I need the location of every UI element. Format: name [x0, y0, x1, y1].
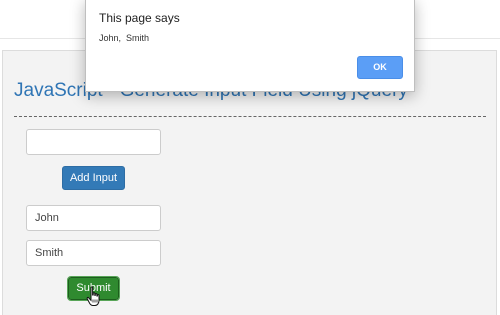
dialog-ok-button[interactable]: OK — [357, 56, 403, 79]
dialog-heading: This page says — [99, 11, 180, 25]
title-divider — [14, 116, 486, 117]
generated-input-last[interactable] — [26, 240, 161, 266]
add-input-button[interactable]: Add Input — [62, 166, 125, 190]
submit-button[interactable]: Submit — [67, 276, 120, 301]
new-input-field[interactable] — [26, 129, 161, 155]
alert-dialog: This page says John, Smith OK — [85, 0, 415, 92]
dialog-message: John, Smith — [99, 33, 150, 43]
generated-input-first[interactable] — [26, 205, 161, 231]
